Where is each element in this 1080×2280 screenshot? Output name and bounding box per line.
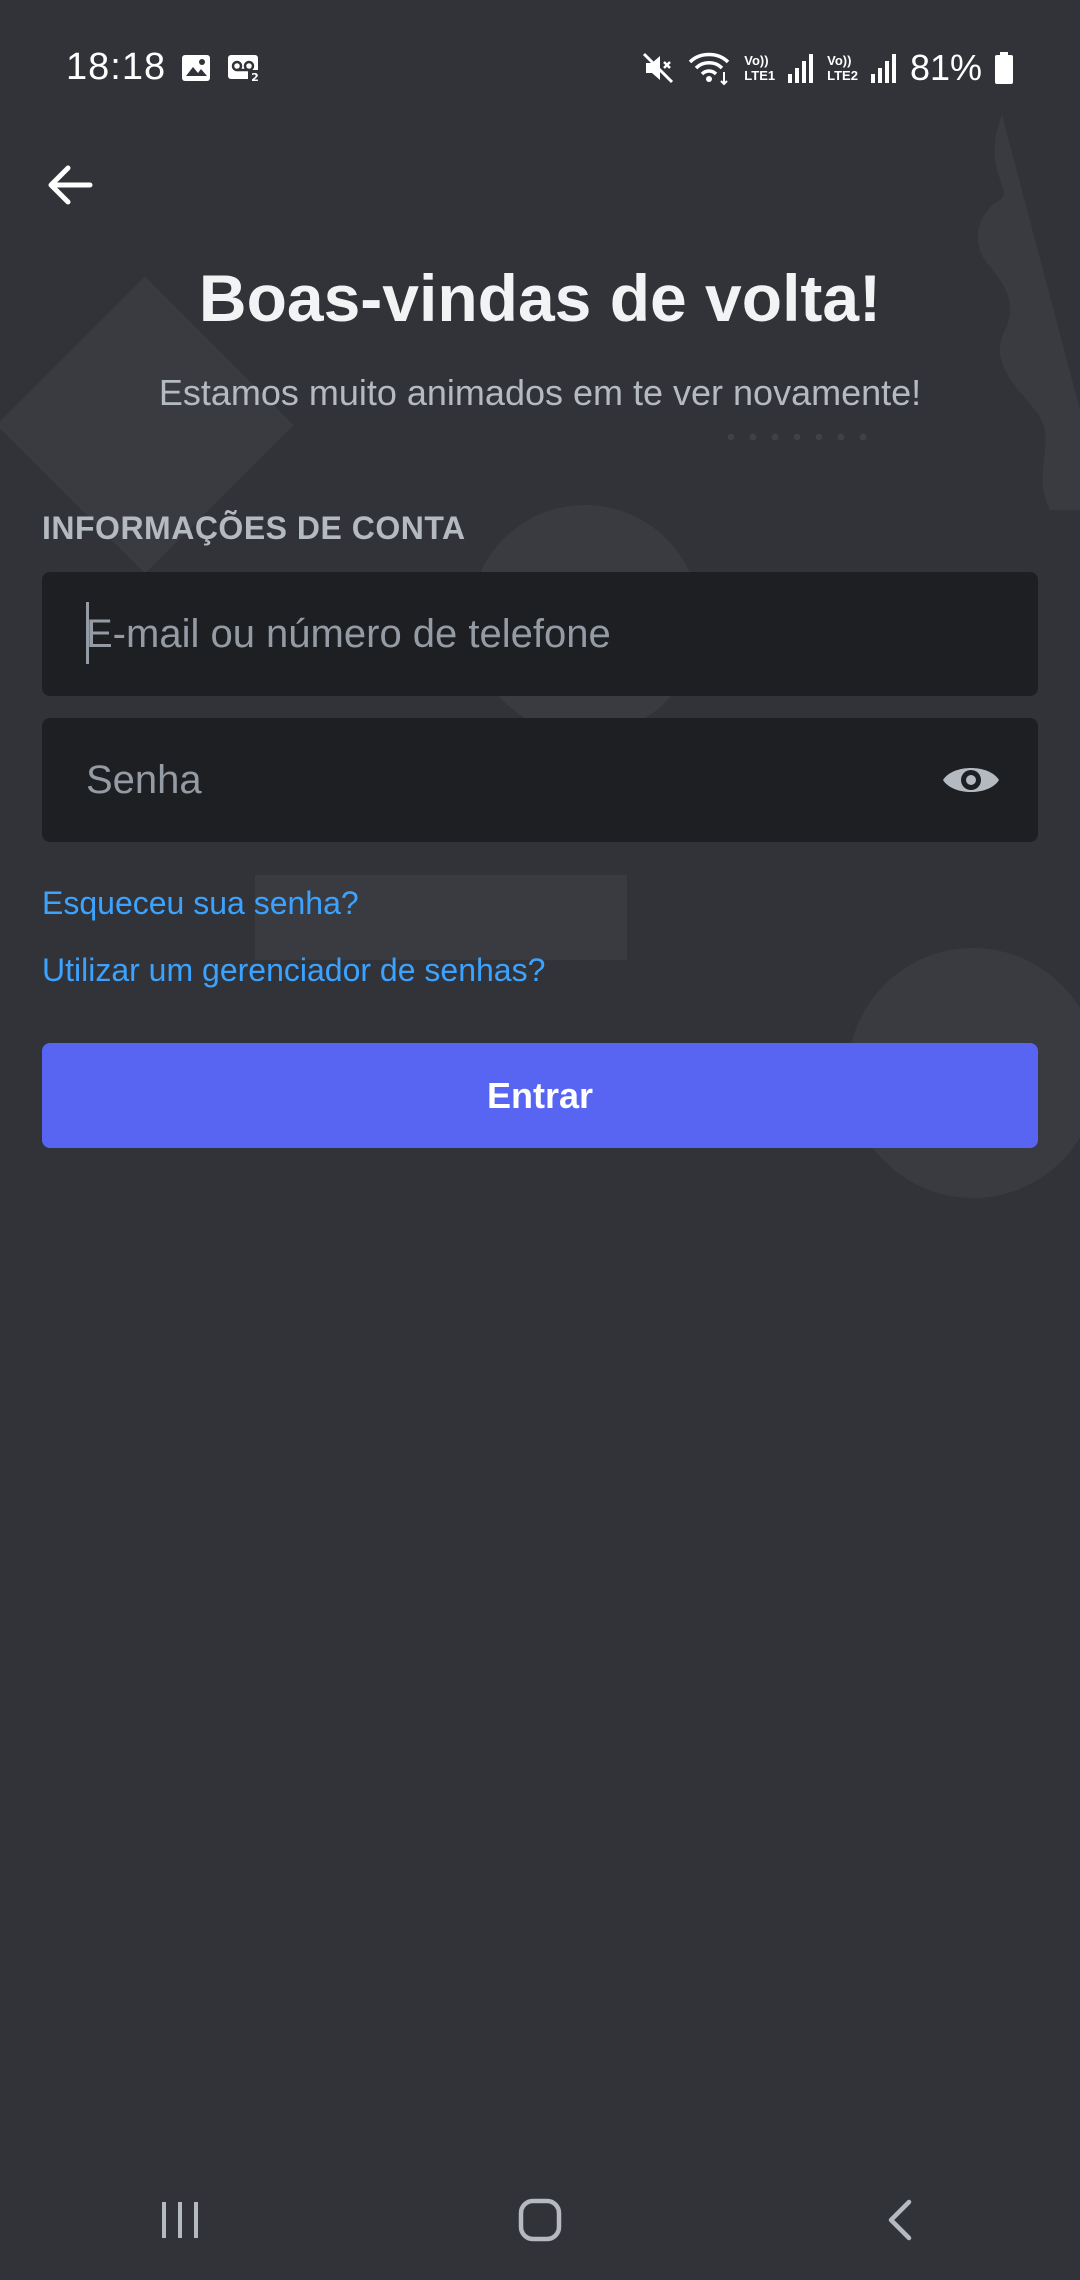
signal-icon	[870, 53, 896, 83]
status-bar-right: Vo)) LTE1 Vo)) LTE2 81%	[640, 47, 1014, 89]
back-chevron-icon	[888, 2199, 912, 2241]
sim2-network-indicator: Vo)) LTE2	[827, 53, 858, 83]
login-button[interactable]: Entrar	[42, 1043, 1038, 1148]
show-password-button[interactable]	[940, 750, 1002, 810]
battery-percentage: 81%	[909, 46, 982, 88]
svg-text:2: 2	[251, 71, 259, 84]
email-input[interactable]	[86, 611, 946, 657]
mute-icon	[643, 52, 674, 83]
sim2-volte-label: Vo))	[827, 52, 852, 68]
eye-icon	[943, 768, 999, 792]
page-subtitle: Estamos muito animados em te ver novamen…	[158, 372, 922, 413]
system-nav-bar	[0, 2160, 1080, 2280]
recents-button[interactable]	[120, 2170, 240, 2270]
password-field-container	[42, 718, 1038, 842]
password-manager-link[interactable]: Utilizar um gerenciador de senhas?	[42, 952, 545, 989]
battery-icon	[995, 51, 1013, 84]
page-title: Boas-vindas de volta!	[198, 261, 882, 335]
email-field-container	[42, 572, 1038, 696]
status-bar: 18:18 2 Vo)) LTE1 Vo)) LTE2 81%	[0, 0, 1080, 135]
sim1-volte-label: Vo))	[744, 52, 769, 68]
gallery-icon	[182, 54, 211, 81]
back-button[interactable]	[40, 155, 100, 215]
status-bar-left: 18:18 2	[66, 46, 264, 89]
login-screen: 18:18 2 Vo)) LTE1 Vo)) LTE2 81% Boas-vin…	[0, 0, 1080, 2280]
text-cursor	[86, 602, 89, 664]
voicemail-icon: 2	[228, 54, 263, 84]
account-info-label: INFORMAÇÕES DE CONTA	[42, 510, 466, 546]
status-time: 18:18	[66, 46, 167, 88]
sim2-lte-label: LTE2	[827, 67, 858, 83]
nav-back-button[interactable]	[840, 2170, 960, 2270]
arrow-left-icon	[48, 165, 93, 205]
wifi-icon	[689, 52, 730, 85]
home-icon	[518, 2198, 562, 2242]
background-dots-shape	[720, 432, 880, 442]
recents-icon	[162, 2202, 198, 2238]
forgot-password-link[interactable]: Esqueceu sua senha?	[42, 885, 359, 922]
home-button[interactable]	[480, 2170, 600, 2270]
sim1-lte-label: LTE1	[744, 67, 776, 83]
password-input[interactable]	[86, 757, 946, 803]
sim1-network-indicator: Vo)) LTE1	[744, 53, 775, 83]
signal-icon	[788, 53, 814, 83]
